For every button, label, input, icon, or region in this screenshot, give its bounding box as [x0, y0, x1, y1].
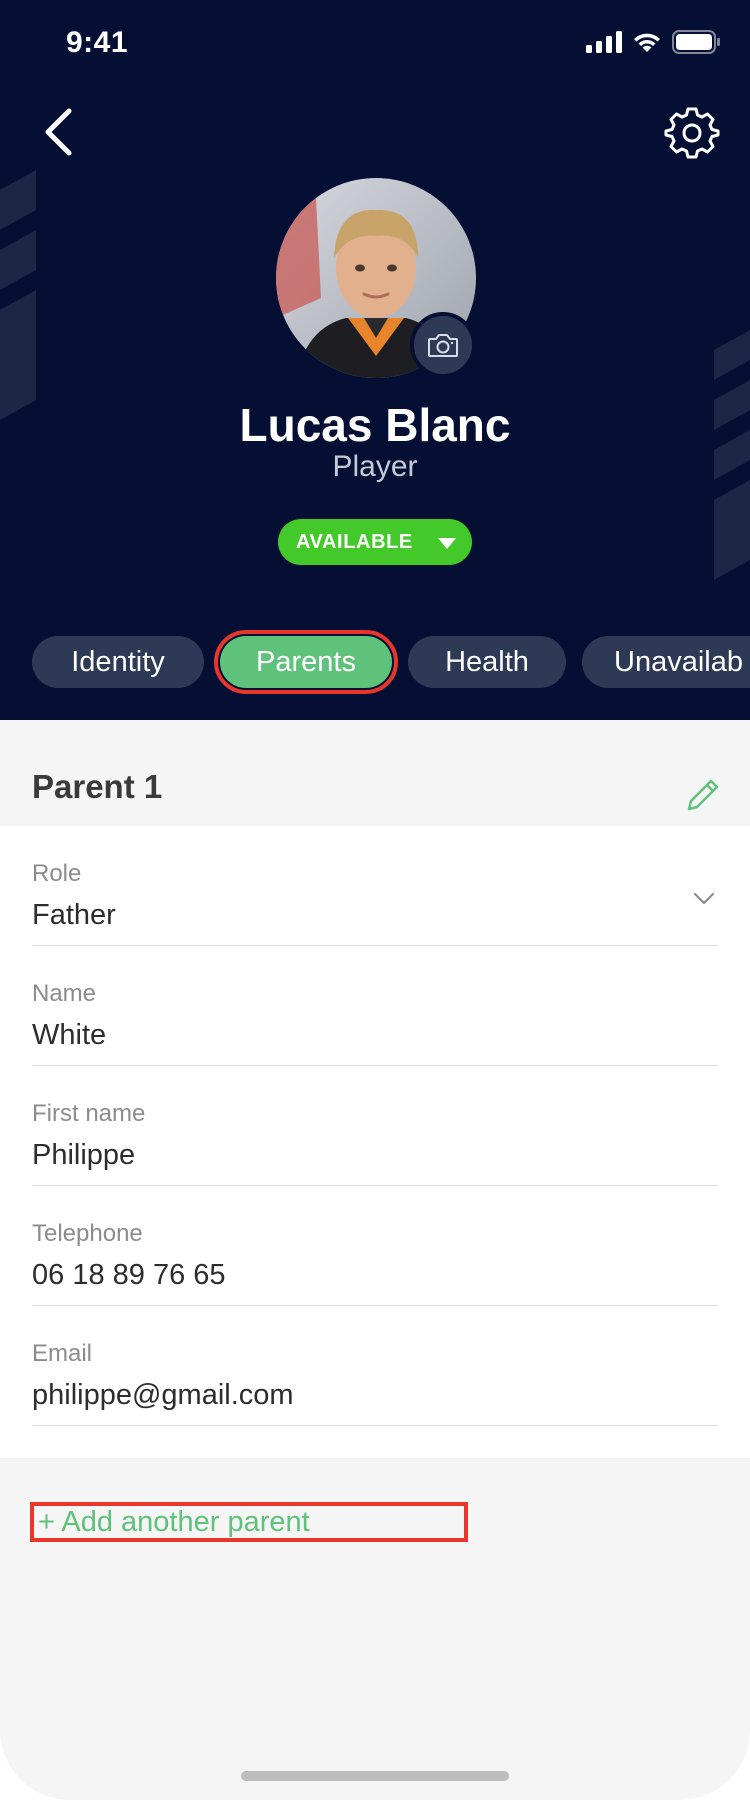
first-name-field[interactable]: First name Philippe — [32, 1066, 718, 1186]
tab-health[interactable]: Health — [408, 636, 566, 688]
status-badge-label: AVAILABLE — [296, 530, 413, 553]
field-value: Father — [32, 899, 116, 931]
field-label: First name — [32, 1100, 146, 1127]
field-value: Philippe — [32, 1139, 136, 1171]
player-role: Player — [332, 450, 418, 483]
availability-status-dropdown[interactable]: AVAILABLE — [278, 519, 472, 565]
tab-parents[interactable]: Parents — [220, 636, 392, 688]
wifi-icon — [634, 33, 660, 52]
pencil-icon[interactable] — [684, 776, 722, 814]
decorative-stripes-left — [0, 170, 36, 420]
status-icons — [586, 30, 720, 54]
caret-down-icon — [438, 538, 456, 549]
profile-tabs: Identity Parents Health Unavailab — [32, 636, 750, 688]
status-time: 9:41 — [66, 26, 129, 59]
chevron-left-icon — [45, 108, 72, 156]
field-value: White — [32, 1019, 107, 1051]
field-value: 06 18 89 76 65 — [32, 1259, 226, 1291]
role-field[interactable]: Role Father — [32, 826, 718, 946]
gear-icon[interactable] — [664, 104, 720, 160]
field-value: philippe@gmail.com — [32, 1379, 294, 1411]
change-photo-button[interactable] — [410, 312, 476, 378]
battery-icon — [672, 30, 720, 54]
add-parent-label: + Add another parent — [38, 1505, 310, 1538]
telephone-field[interactable]: Telephone 06 18 89 76 65 — [32, 1186, 718, 1306]
add-another-parent-button[interactable]: + Add another parent — [30, 1502, 468, 1542]
profile-header: 9:41 Lucas Blanc Player AVAILABLE — [0, 0, 750, 720]
tab-identity[interactable]: Identity — [32, 636, 204, 688]
email-field[interactable]: Email philippe@gmail.com — [32, 1306, 718, 1426]
screen: 9:41 Lucas Blanc Player AVAILABLE Identi… — [0, 0, 750, 1800]
home-indicator — [241, 1771, 509, 1781]
field-label: Role — [32, 860, 82, 887]
field-label: Email — [32, 1340, 93, 1367]
cellular-signal-icon — [586, 31, 622, 53]
name-field[interactable]: Name White — [32, 946, 718, 1066]
back-button[interactable] — [38, 104, 78, 160]
parent-form: Role Father Name White First name Philip… — [0, 826, 750, 1458]
camera-icon — [428, 334, 458, 357]
player-name: Lucas Blanc — [239, 399, 511, 451]
section-title: Parent 1 — [32, 768, 163, 805]
field-label: Name — [32, 980, 97, 1007]
field-label: Telephone — [32, 1220, 143, 1247]
chevron-down-icon[interactable] — [692, 886, 716, 910]
tab-unavailability[interactable]: Unavailab — [582, 636, 750, 688]
